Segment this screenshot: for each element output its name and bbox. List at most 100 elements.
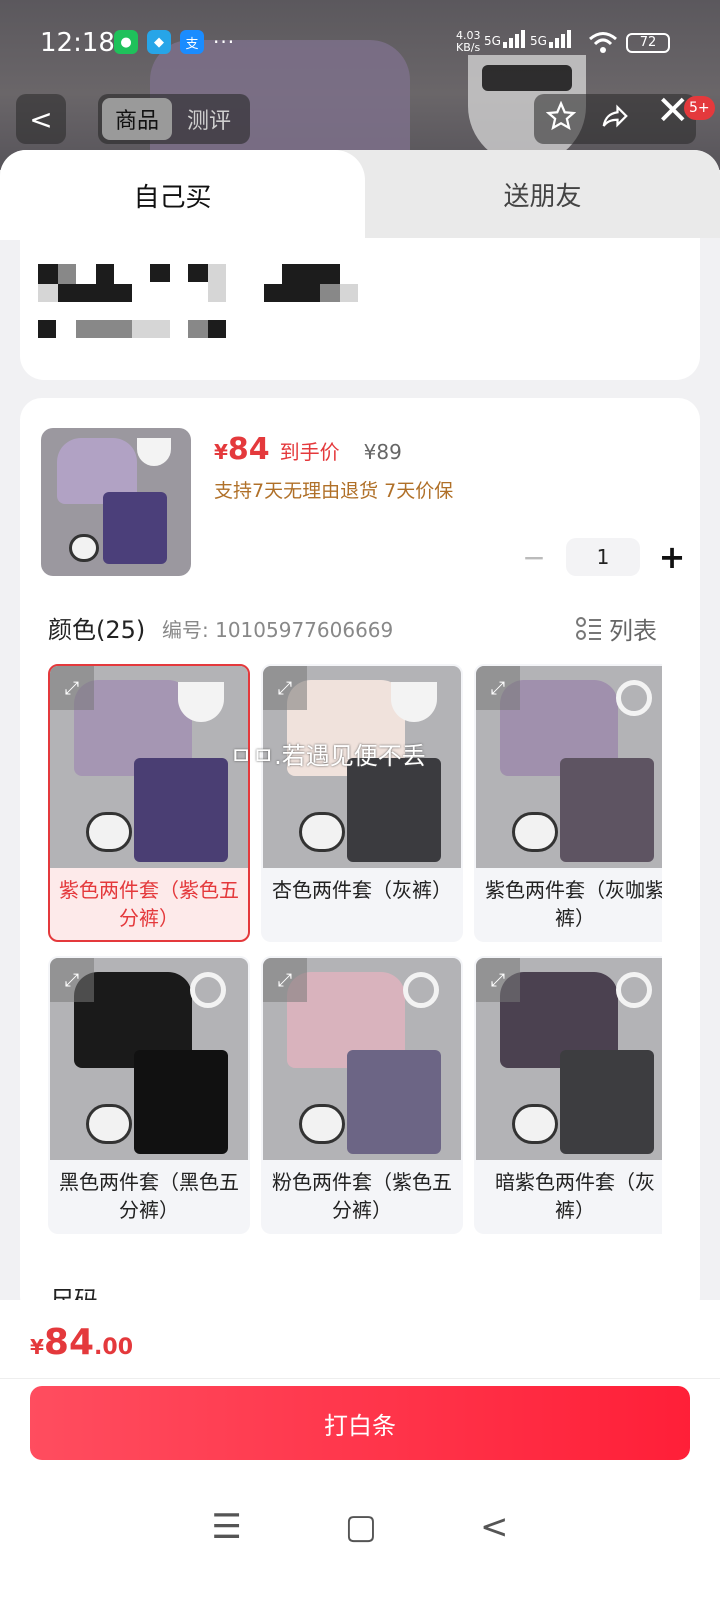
headphones-accessory xyxy=(616,680,652,716)
tab-review[interactable]: 测评 xyxy=(172,103,246,135)
status-bar: 12:18 ● ◆ 支 ··· 4.03 KB/s 5G 5G 72 xyxy=(0,0,720,86)
alipay-icon: 支 xyxy=(180,30,204,54)
variant-shoe xyxy=(299,812,345,852)
wechat-icon: ● xyxy=(114,30,138,54)
redaction-block xyxy=(58,284,132,302)
variant-pants xyxy=(134,758,228,862)
color-variant-option[interactable]: ⤢ 杏色两件套（灰裤） xyxy=(261,664,463,942)
total-price: ¥ 84 .00 xyxy=(30,1322,133,1363)
shield-app-icon: ◆ xyxy=(147,30,171,54)
variant-caption: 黑色两件套（黑色五分裤） xyxy=(59,1170,239,1222)
page-tab-switch: 商品 测评 xyxy=(98,94,250,144)
variant-shoe xyxy=(86,1104,132,1144)
redaction-block xyxy=(188,264,208,282)
back-button[interactable]: < xyxy=(16,94,66,144)
favorite-star-icon[interactable] xyxy=(545,100,577,138)
tab-product[interactable]: 商品 xyxy=(102,98,172,140)
thumb-pants xyxy=(103,492,167,564)
size-section-title: 尺码 xyxy=(50,1286,98,1300)
headphones-accessory xyxy=(616,972,652,1008)
decrease-quantity-button[interactable]: − xyxy=(520,541,548,574)
wifi-icon xyxy=(588,30,618,60)
variant-caption: 粉色两件套（紫色五分裤） xyxy=(272,1170,452,1222)
service-guarantee: 支持7天无理由退货 7天价保 xyxy=(214,480,454,502)
expand-icon[interactable]: ⤢ xyxy=(50,958,94,1002)
watermark-overlay-text: ㅁㅁ.若遇见便不丢 xyxy=(230,742,426,770)
menu-icon[interactable]: ☰ xyxy=(211,1507,241,1547)
headphones-accessory xyxy=(403,972,439,1008)
color-variant-option[interactable]: ⤢ 紫色两件套（紫色五分裤） xyxy=(48,664,250,942)
battery-icon: 72 xyxy=(626,33,670,53)
notification-icons: ● ◆ 支 ··· xyxy=(114,30,235,54)
variant-pants xyxy=(560,1050,654,1154)
status-time: 12:18 xyxy=(40,28,115,58)
thumb-visor xyxy=(137,438,171,466)
chevron-left-icon: < xyxy=(29,102,53,136)
quantity-value[interactable]: 1 xyxy=(566,538,640,576)
final-price-label: 到手价 xyxy=(279,440,340,464)
expand-icon[interactable]: ⤢ xyxy=(263,958,307,1002)
variant-pants xyxy=(560,758,654,862)
variant-pants xyxy=(347,1050,441,1154)
variant-image: ⤢ xyxy=(50,958,248,1160)
list-view-toggle[interactable]: 列表 xyxy=(575,611,657,646)
product-thumbnail[interactable] xyxy=(41,428,191,576)
headphones-accessory xyxy=(190,972,226,1008)
net-type-2: 5G xyxy=(530,34,547,48)
footer-divider xyxy=(0,1378,720,1379)
variant-image: ⤢ xyxy=(263,958,461,1160)
color-variant-option[interactable]: ⤢ 紫色两件套（灰咖紫裤） xyxy=(474,664,662,942)
home-icon[interactable]: ▢ xyxy=(345,1507,377,1547)
variant-shoe xyxy=(299,1104,345,1144)
purchase-sheet: 自己买 送朋友 ¥ 84 到手价 ¥89 支持7天无理由退货 7天价保 − 1 … xyxy=(0,150,720,1300)
redaction-block xyxy=(76,320,132,338)
redaction-block xyxy=(208,264,226,302)
system-navigation-bar: ☰ ▢ < xyxy=(0,1500,720,1554)
variant-caption: 紫色两件套（灰咖紫裤） xyxy=(485,878,662,930)
variant-shoe xyxy=(512,1104,558,1144)
variant-image: ⤢ xyxy=(50,666,248,868)
close-icon[interactable]: ✕ xyxy=(656,88,690,134)
redaction-block xyxy=(38,284,58,302)
color-section-title: 颜色(25) xyxy=(48,616,146,644)
quantity-stepper: − 1 + xyxy=(520,538,686,576)
signal-2-icon: 5G xyxy=(530,30,571,48)
variant-caption: 杏色两件套（灰裤） xyxy=(272,878,452,902)
redaction-block xyxy=(340,284,358,302)
original-price: ¥89 xyxy=(363,440,402,464)
redaction-block xyxy=(320,284,340,302)
currency-symbol: ¥ xyxy=(214,440,228,464)
redaction-block xyxy=(38,320,56,338)
back-icon[interactable]: < xyxy=(480,1507,509,1547)
color-variant-option[interactable]: ⤢ 粉色两件套（紫色五分裤） xyxy=(261,956,463,1234)
expand-icon[interactable]: ⤢ xyxy=(50,666,94,710)
redaction-block xyxy=(96,264,114,284)
price-row: ¥ 84 到手价 ¥89 xyxy=(214,432,402,467)
variant-image: ⤢ xyxy=(476,666,662,868)
redaction-block xyxy=(150,264,170,282)
tab-buy-for-self[interactable]: 自己买 xyxy=(0,150,365,240)
credit-pay-button[interactable]: 打白条 xyxy=(30,1386,690,1460)
color-variant-option[interactable]: ⤢ 黑色两件套（黑色五分裤） xyxy=(48,956,250,1234)
color-variant-option[interactable]: ⤢ 暗紫色两件套（灰裤） xyxy=(474,956,662,1234)
more-notifications-icon: ··· xyxy=(213,30,236,54)
address-card-redacted[interactable] xyxy=(20,238,700,380)
product-sku: 编号: 10105977606669 xyxy=(162,618,394,642)
expand-icon[interactable]: ⤢ xyxy=(263,666,307,710)
visor-accessory xyxy=(178,682,224,722)
variant-caption: 紫色两件套（紫色五分裤） xyxy=(59,878,239,930)
tab-gift-to-friend[interactable]: 送朋友 xyxy=(365,150,720,238)
visor-accessory xyxy=(391,682,437,722)
redaction-block xyxy=(132,320,170,338)
purchase-tabs: 自己买 送朋友 xyxy=(0,150,720,240)
variant-shoe xyxy=(512,812,558,852)
redaction-block xyxy=(38,264,58,284)
expand-icon[interactable]: ⤢ xyxy=(476,958,520,1002)
share-icon[interactable] xyxy=(600,101,630,138)
list-icon xyxy=(576,616,601,640)
expand-icon[interactable]: ⤢ xyxy=(476,666,520,710)
variant-shoe xyxy=(86,812,132,852)
increase-quantity-button[interactable]: + xyxy=(658,538,686,576)
redaction-block xyxy=(208,320,226,338)
redaction-block xyxy=(264,284,282,302)
